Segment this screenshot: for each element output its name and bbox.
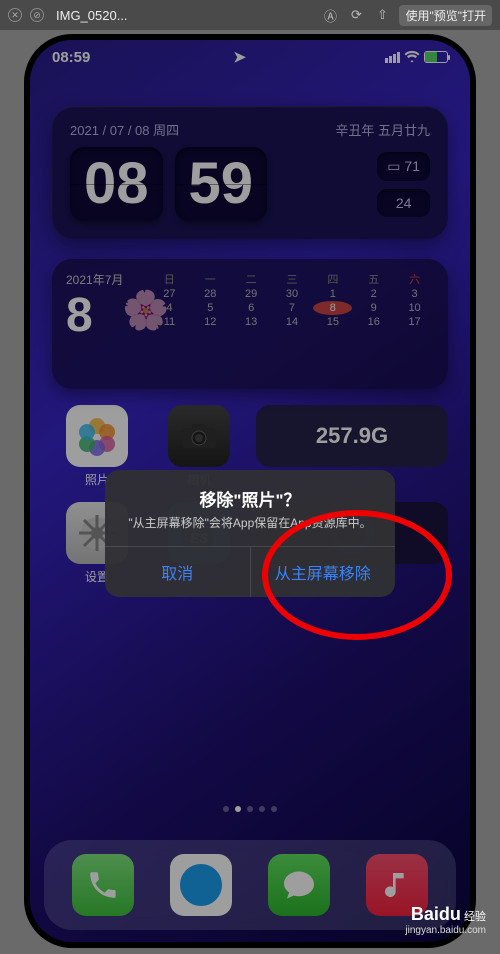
close-window-icon[interactable]: ✕ [8, 8, 22, 22]
watermark: Baidu 经验 jingyan.baidu.com [405, 904, 486, 936]
open-in-preview-button[interactable]: 使用"预览"打开 [399, 5, 492, 26]
dialog-title: 移除"照片"？ [105, 470, 395, 515]
window-title: IMG_0520... [56, 8, 313, 23]
share-icon[interactable]: ⇧ [373, 7, 391, 23]
dialog-message: "从主屏幕移除"会将App保留在App资源库中。 [105, 515, 395, 546]
stop-icon[interactable]: ⊘ [30, 8, 44, 22]
remove-app-dialog: 移除"照片"？ "从主屏幕移除"会将App保留在App资源库中。 取消 从主屏幕… [105, 470, 395, 597]
phone-screen: 08:59 ➤ 2021 / 07 / 08 周四 辛丑年 五月廿九 08 59… [30, 40, 470, 942]
text-size-icon[interactable]: Ⓐ [321, 6, 339, 25]
macos-titlebar: ✕ ⊘ IMG_0520... Ⓐ ⟳ ⇧ 使用"预览"打开 [0, 0, 500, 30]
rotate-icon[interactable]: ⟳ [347, 7, 365, 23]
remove-from-home-button[interactable]: 从主屏幕移除 [251, 547, 396, 597]
phone-frame: 08:59 ➤ 2021 / 07 / 08 周四 辛丑年 五月廿九 08 59… [24, 34, 476, 948]
cancel-button[interactable]: 取消 [105, 547, 251, 597]
